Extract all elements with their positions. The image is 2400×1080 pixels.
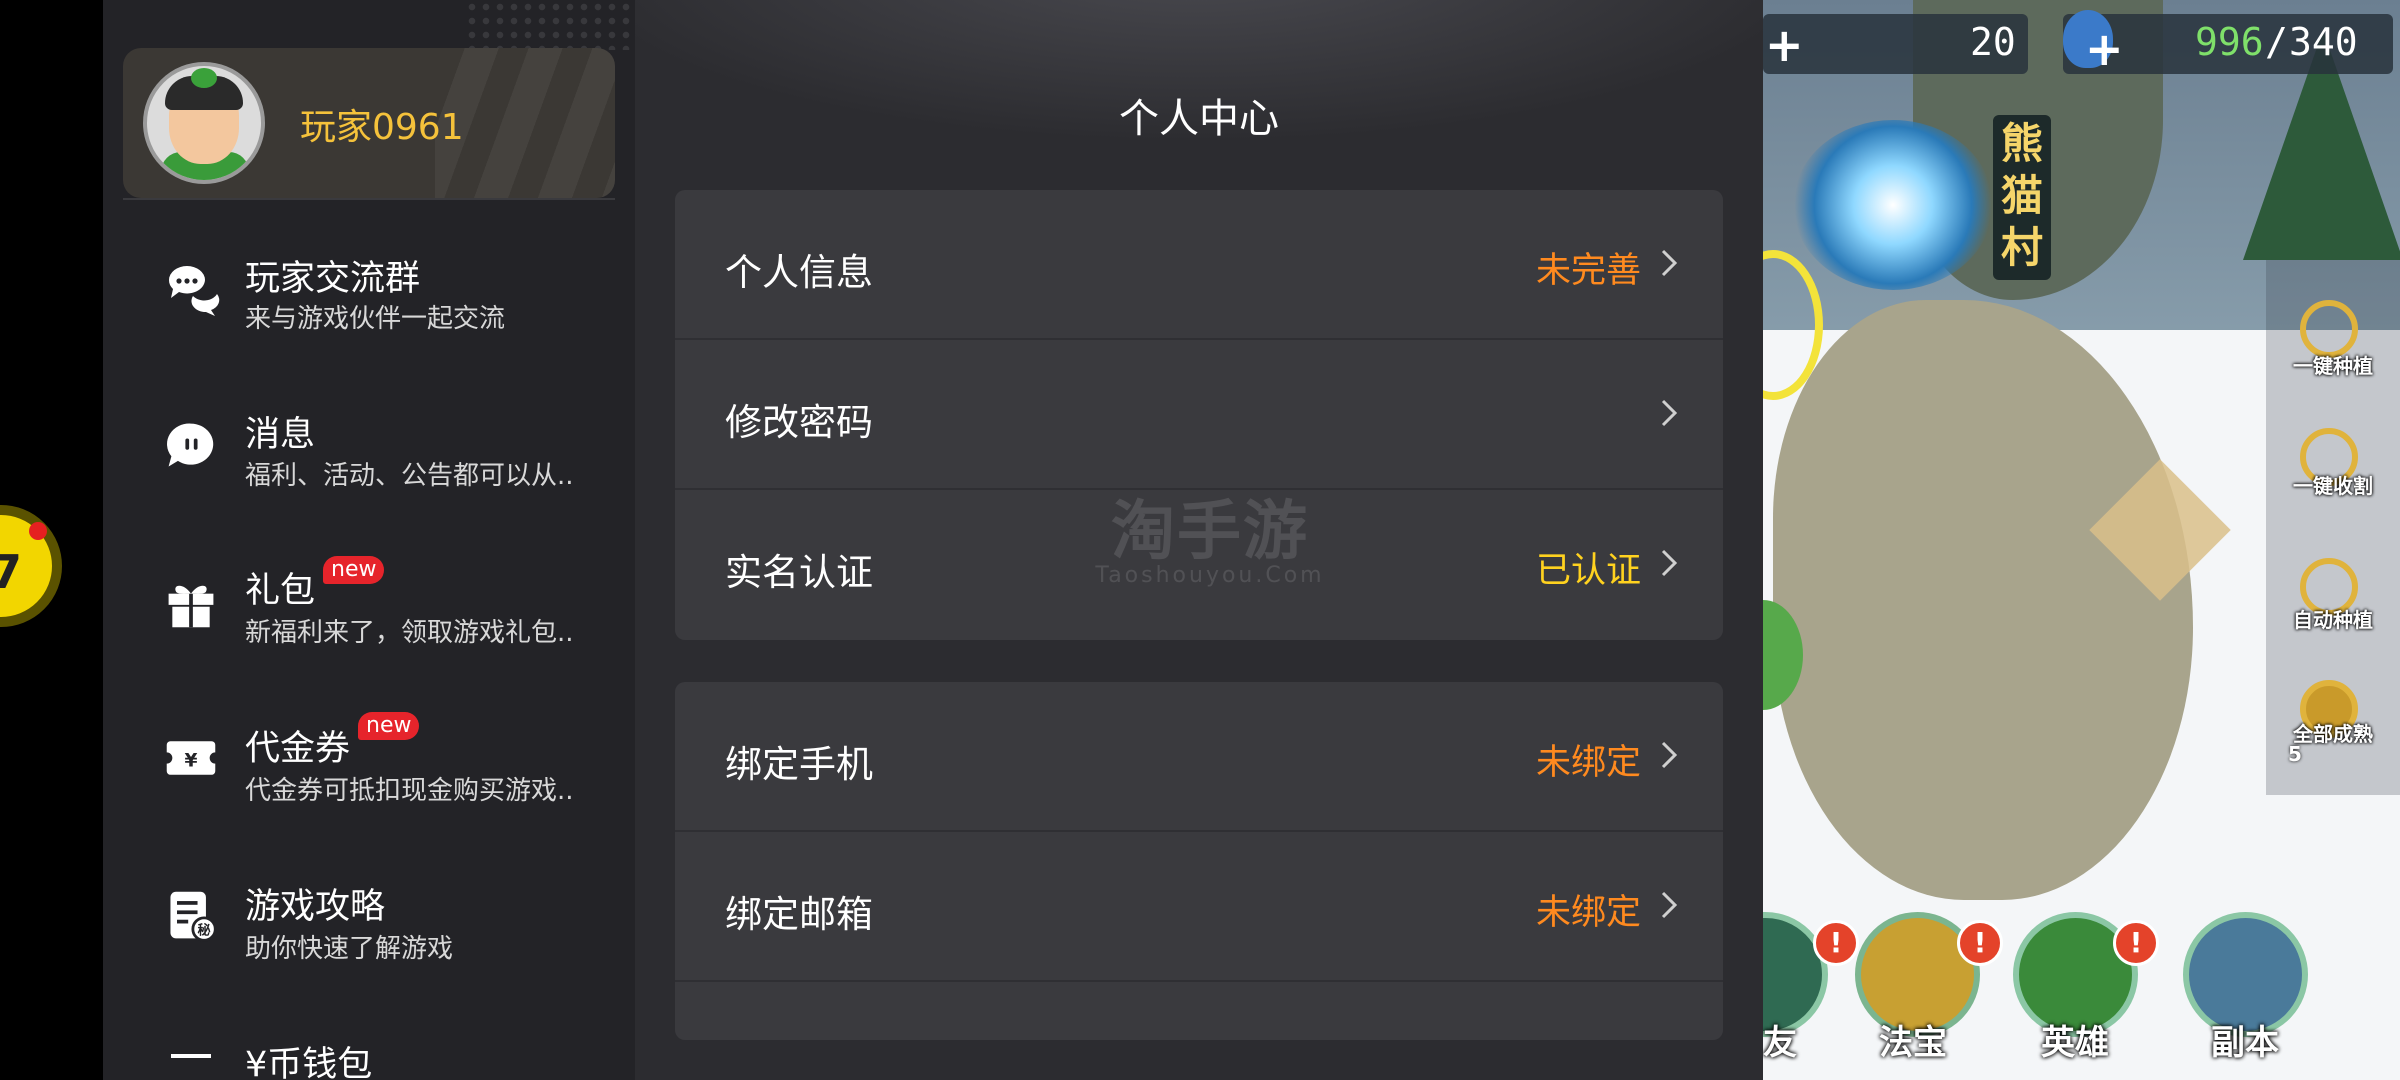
status-text: 已认证 — [1535, 551, 1641, 591]
bottom-label: 副本 — [2211, 1023, 2279, 1063]
tool-one-click-plant[interactable]: 一键种植 — [2266, 290, 2400, 410]
tool-all-mature[interactable]: 全部成熟 5 — [2266, 670, 2400, 790]
row-bind-phone[interactable]: 绑定手机 未绑定 — [675, 682, 1723, 832]
floating-ball-glyph: 7 — [0, 545, 23, 599]
row-partial[interactable] — [675, 982, 1723, 1040]
tool-label: 自动种植 — [2293, 608, 2373, 632]
svg-text:¥: ¥ — [185, 750, 198, 771]
guide-icon: 秘 — [170, 891, 217, 942]
sidebar-item-subtitle: 新福利来了，领取游戏礼包.. — [245, 618, 574, 648]
alert-badge: ! — [2113, 920, 2159, 966]
account-card-2: 绑定手机 未绑定 绑定邮箱 未绑定 — [675, 682, 1723, 1040]
status-text: 未绑定 — [1535, 743, 1641, 783]
username: 玩家0961 — [300, 107, 464, 148]
row-bind-email[interactable]: 绑定邮箱 未绑定 — [675, 832, 1723, 982]
chevron-right-icon — [1661, 741, 1678, 769]
tool-count: 5 — [2288, 742, 2302, 766]
tool-label: 全部成熟 — [2293, 722, 2373, 746]
row-change-password[interactable]: 修改密码 — [675, 340, 1723, 490]
sidebar-item-wallet[interactable] — [163, 1030, 623, 1080]
sidebar-item-title: ¥币钱包 — [245, 1045, 373, 1080]
bottom-label: 英雄 — [2041, 1023, 2109, 1063]
sidebar-item-subtitle: 代金券可抵扣现金购买游戏.. — [245, 776, 574, 806]
row-label: 修改密码 — [725, 401, 873, 444]
row-label: 绑定手机 — [725, 743, 873, 786]
game-scene: + 20 + 996 / 340 熊猫村 一键种植 一键收割 自动种植 全部成熟… — [1763, 0, 2400, 1080]
dot-pattern — [465, 0, 635, 50]
status-text: 未绑定 — [1535, 893, 1641, 933]
chat-bubbles-icon — [168, 266, 220, 316]
row-label: 实名认证 — [725, 551, 873, 594]
hud-value: 20 — [1970, 20, 2016, 64]
guide-mark: 秘 — [198, 923, 211, 939]
avatar[interactable] — [143, 62, 265, 184]
sidebar-item-title: 代金券 — [245, 729, 351, 769]
row-personal-info[interactable]: 个人信息 未完善 — [675, 190, 1723, 340]
sidebar-item-title: 玩家交流群 — [245, 259, 421, 299]
page-title: 个人中心 — [1119, 96, 1279, 142]
mp-separator: / — [2265, 20, 2288, 64]
mp-max: 340 — [2289, 20, 2358, 64]
tool-label: 一键种植 — [2293, 354, 2373, 378]
tool-label: 一键收割 — [2293, 474, 2373, 498]
sidebar-item-title: 消息 — [245, 415, 316, 455]
personal-center-panel: 个人中心 个人信息 未完善 修改密码 实名认证 已认证 绑定手机 未绑定 绑定邮… — [635, 0, 1763, 1080]
wallet-icon — [171, 1054, 211, 1058]
location-name: 熊猫村 — [2000, 119, 2043, 272]
sidebar: 玩家0961 玩家交流群 来与游戏伙伴一起交流 消息 福利、活动、公告都可以从.… — [103, 0, 635, 1080]
notification-dot — [29, 522, 47, 540]
sidebar-item-title: 游戏攻略 — [245, 887, 386, 927]
profile-divider — [123, 198, 615, 200]
bottom-label: 友 — [1763, 1023, 1797, 1063]
row-label: 绑定邮箱 — [725, 893, 873, 936]
message-icon — [167, 423, 214, 467]
row-label: 个人信息 — [725, 251, 873, 294]
sidebar-item-subtitle: 福利、活动、公告都可以从.. — [245, 461, 574, 491]
status-text: 未完善 — [1535, 251, 1641, 291]
sidebar-item-subtitle: 助你快速了解游戏 — [245, 934, 454, 964]
alert-badge: ! — [1813, 920, 1859, 966]
new-badge: new — [323, 556, 385, 584]
mp-current: 996 — [2195, 20, 2264, 64]
add-icon[interactable]: + — [1765, 18, 1804, 72]
tool-one-click-harvest[interactable]: 一键收割 — [2266, 418, 2400, 538]
voucher-icon: ¥ — [166, 741, 216, 775]
watermark: 淘手游 — [1111, 495, 1309, 569]
add-icon[interactable]: + — [2085, 22, 2124, 76]
watermark-sub: Taoshouyou.Com — [1095, 563, 1325, 588]
gift-icon — [168, 585, 214, 628]
chevron-right-icon — [1661, 249, 1678, 277]
bottom-label: 法宝 — [1879, 1023, 1947, 1063]
portal-vortex[interactable] — [1793, 120, 1993, 290]
chevron-right-icon — [1661, 399, 1678, 427]
tool-auto-plant[interactable]: 自动种植 — [2266, 548, 2400, 668]
alert-badge: ! — [1957, 920, 2003, 966]
chevron-right-icon — [1661, 891, 1678, 919]
sidebar-item-title: 礼包 — [245, 571, 316, 611]
new-badge: new — [358, 712, 420, 740]
chevron-right-icon — [1661, 549, 1678, 577]
sidebar-item-subtitle: 来与游戏伙伴一起交流 — [245, 304, 506, 334]
